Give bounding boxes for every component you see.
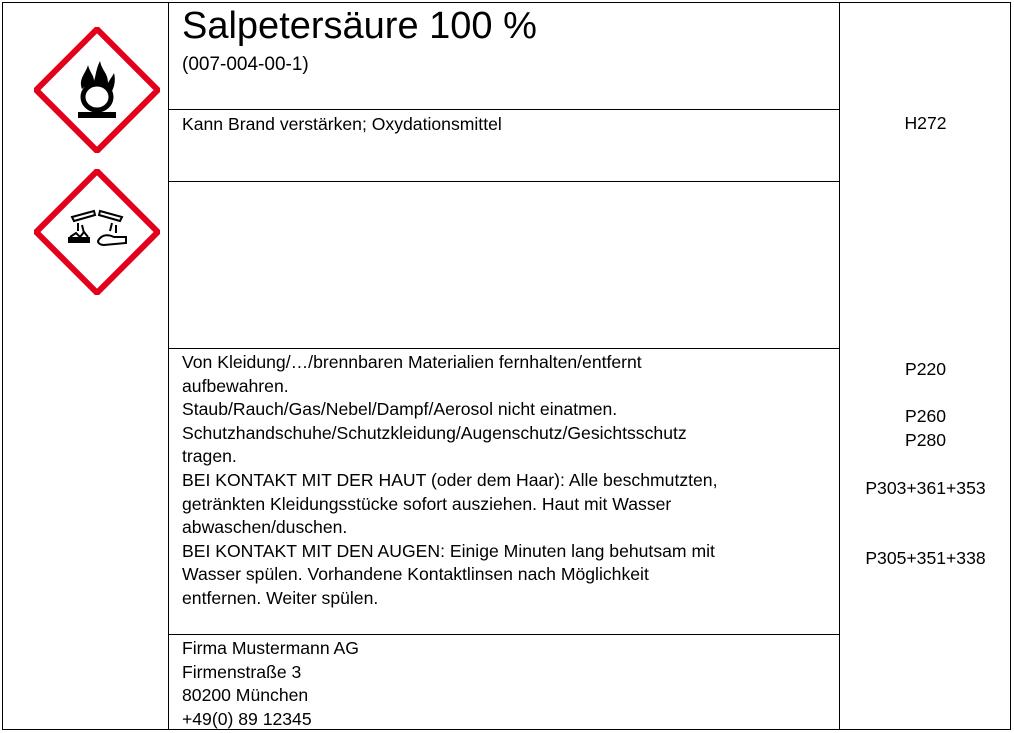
precautionary-code: P280 — [904, 430, 947, 450]
product-name: Salpetersäure 100 % — [182, 5, 537, 47]
pictogram-column-divider — [168, 2, 169, 730]
row-divider — [168, 181, 839, 182]
precautionary-line: entfernen. Weiter spülen. — [182, 587, 379, 608]
corrosion-icon — [34, 169, 160, 295]
row-divider — [168, 348, 839, 349]
precautionary-line: Staub/Rauch/Gas/Nebel/Dampf/Aerosol nich… — [182, 399, 618, 420]
precautionary-line: Wasser spülen. Vorhandene Kontaktlinsen … — [182, 564, 649, 585]
precautionary-code: P305+351+338 — [865, 548, 986, 568]
row-divider — [168, 634, 839, 635]
precautionary-line: BEI KONTAKT MIT DER HAUT (oder dem Haar)… — [182, 469, 718, 490]
hazard-label: Salpetersäure 100 % (007-004-00-1) Kann … — [0, 0, 1014, 733]
hazard-statement: Kann Brand verstärken; Oxydationsmittel — [182, 114, 502, 134]
supplier-city: 80200 München — [182, 685, 309, 706]
hazard-code: H272 — [904, 113, 947, 133]
precautionary-code: P260 — [904, 406, 947, 426]
precautionary-code: P220 — [904, 359, 947, 379]
flame-over-circle-icon — [34, 27, 160, 153]
precautionary-line: aufbewahren. — [182, 375, 289, 396]
precautionary-line: Schutzhandschuhe/Schutzkleidung/Augensch… — [182, 422, 687, 443]
precautionary-statements: Von Kleidung/…/brennbaren Materialien fe… — [182, 351, 717, 611]
supplier-info: Firma Mustermann AG Firmenstraße 3 80200… — [182, 637, 359, 731]
precautionary-line: Von Kleidung/…/brennbaren Materialien fe… — [182, 352, 642, 372]
precautionary-line: tragen. — [182, 446, 237, 467]
precautionary-code: P303+361+353 — [865, 478, 986, 498]
supplier-street: Firmenstraße 3 — [182, 661, 302, 682]
supplier-phone: +49(0) 89 12345 — [182, 708, 312, 729]
precautionary-line: abwaschen/duschen. — [182, 517, 348, 538]
precautionary-line: getränkten Kleidungsstücke sofort auszie… — [182, 493, 672, 514]
precautionary-line: BEI KONTAKT MIT DEN AUGEN: Einige Minute… — [182, 540, 715, 561]
index-number: (007-004-00-1) — [182, 54, 309, 75]
row-divider — [168, 109, 839, 110]
supplier-name: Firma Mustermann AG — [182, 638, 359, 658]
